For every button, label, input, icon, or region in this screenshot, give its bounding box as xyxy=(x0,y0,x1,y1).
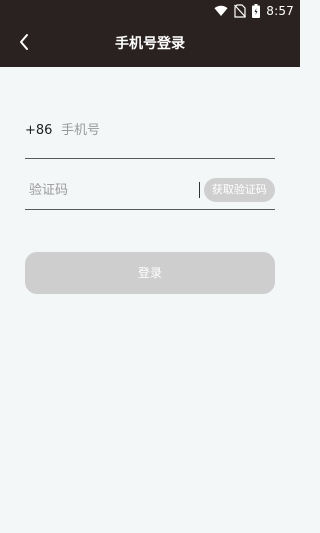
wifi-icon xyxy=(214,5,228,17)
top-nav-bar: 手机号登录 xyxy=(0,22,300,67)
page-title: 手机号登录 xyxy=(115,36,185,52)
login-button[interactable]: 登录 xyxy=(25,252,275,294)
input-divider xyxy=(199,182,200,198)
status-icons: 8:57 xyxy=(214,3,294,19)
battery-charging-icon xyxy=(252,4,261,18)
phone-underline xyxy=(25,158,275,159)
phone-row: +86 xyxy=(25,110,275,150)
verification-code-row: 获取验证码 xyxy=(25,172,275,208)
verification-code-input[interactable] xyxy=(25,182,199,198)
get-code-button[interactable]: 获取验证码 xyxy=(203,178,275,202)
country-code[interactable]: +86 xyxy=(25,123,61,138)
no-sim-icon xyxy=(234,4,247,18)
code-underline xyxy=(25,209,275,210)
status-bar: 8:57 xyxy=(0,0,300,22)
phone-input[interactable] xyxy=(61,122,275,138)
status-time: 8:57 xyxy=(266,4,294,18)
